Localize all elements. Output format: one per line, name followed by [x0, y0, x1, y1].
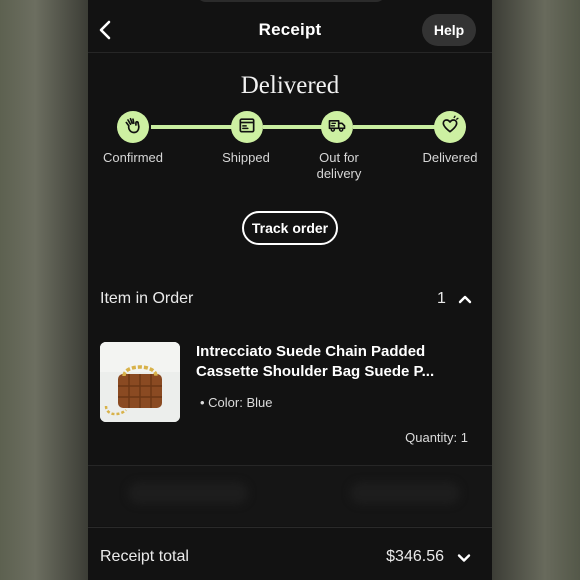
track-order-button[interactable]: Track order: [242, 211, 338, 245]
receipt-total-amount: $346.56: [386, 548, 444, 565]
background-right-blur: [492, 0, 580, 580]
item-option-text: Color: Blue: [208, 395, 273, 410]
waving-hand-icon: [123, 115, 143, 140]
chevron-up-icon[interactable]: [457, 291, 473, 307]
blurred-content: [88, 466, 492, 526]
progress-line-3: [353, 125, 435, 129]
step-label-out-for-delivery: Out for delivery: [294, 150, 384, 182]
step-out-for-delivery: [321, 111, 353, 143]
progress-line-1: [151, 125, 233, 129]
help-button[interactable]: Help: [422, 14, 476, 46]
phone-screen: Receipt Help Delivered Confirmed Shipped…: [88, 0, 492, 580]
progress-line-2: [263, 125, 323, 129]
items-count: 1: [437, 290, 446, 307]
receipt-total-label: Receipt total: [100, 548, 189, 565]
item-title-line1: Intrecciato Suede Chain Padded: [196, 343, 426, 360]
step-label-confirmed: Confirmed: [103, 150, 163, 165]
receipt-total-row[interactable]: Receipt total $346.56: [88, 527, 492, 580]
step-shipped: [231, 111, 263, 143]
items-section-header[interactable]: Item in Order 1: [88, 276, 492, 322]
step-label-delivered: Delivered: [422, 150, 478, 165]
item-thumbnail[interactable]: [100, 342, 180, 422]
step-delivered: [434, 111, 466, 143]
blurred-smudge-right: [350, 482, 460, 504]
bullet-icon: •: [200, 395, 209, 410]
delivery-truck-icon: [327, 115, 347, 140]
top-bar: Receipt Help: [88, 0, 492, 53]
item-title-line2: Cassette Shoulder Bag Suede P...: [196, 363, 435, 380]
package-icon: [237, 115, 257, 140]
chevron-down-icon[interactable]: [456, 550, 472, 566]
step-confirmed: [117, 111, 149, 143]
item-quantity: Quantity: 1: [405, 430, 468, 445]
item-title[interactable]: Intrecciato Suede Chain Padded Cassette …: [196, 342, 476, 382]
item-color-option: • Color: Blue: [200, 395, 272, 410]
step-label-out-for-delivery-line2: delivery: [316, 166, 362, 181]
step-label-out-for-delivery-line1: Out for: [319, 150, 359, 165]
background-left-blur: [0, 0, 88, 580]
blurred-smudge-left: [128, 482, 248, 504]
items-section-title: Item in Order: [100, 290, 194, 307]
delivery-status-heading: Delivered: [240, 72, 340, 99]
heart-box-icon: [440, 115, 460, 140]
step-label-shipped: Shipped: [222, 150, 270, 165]
